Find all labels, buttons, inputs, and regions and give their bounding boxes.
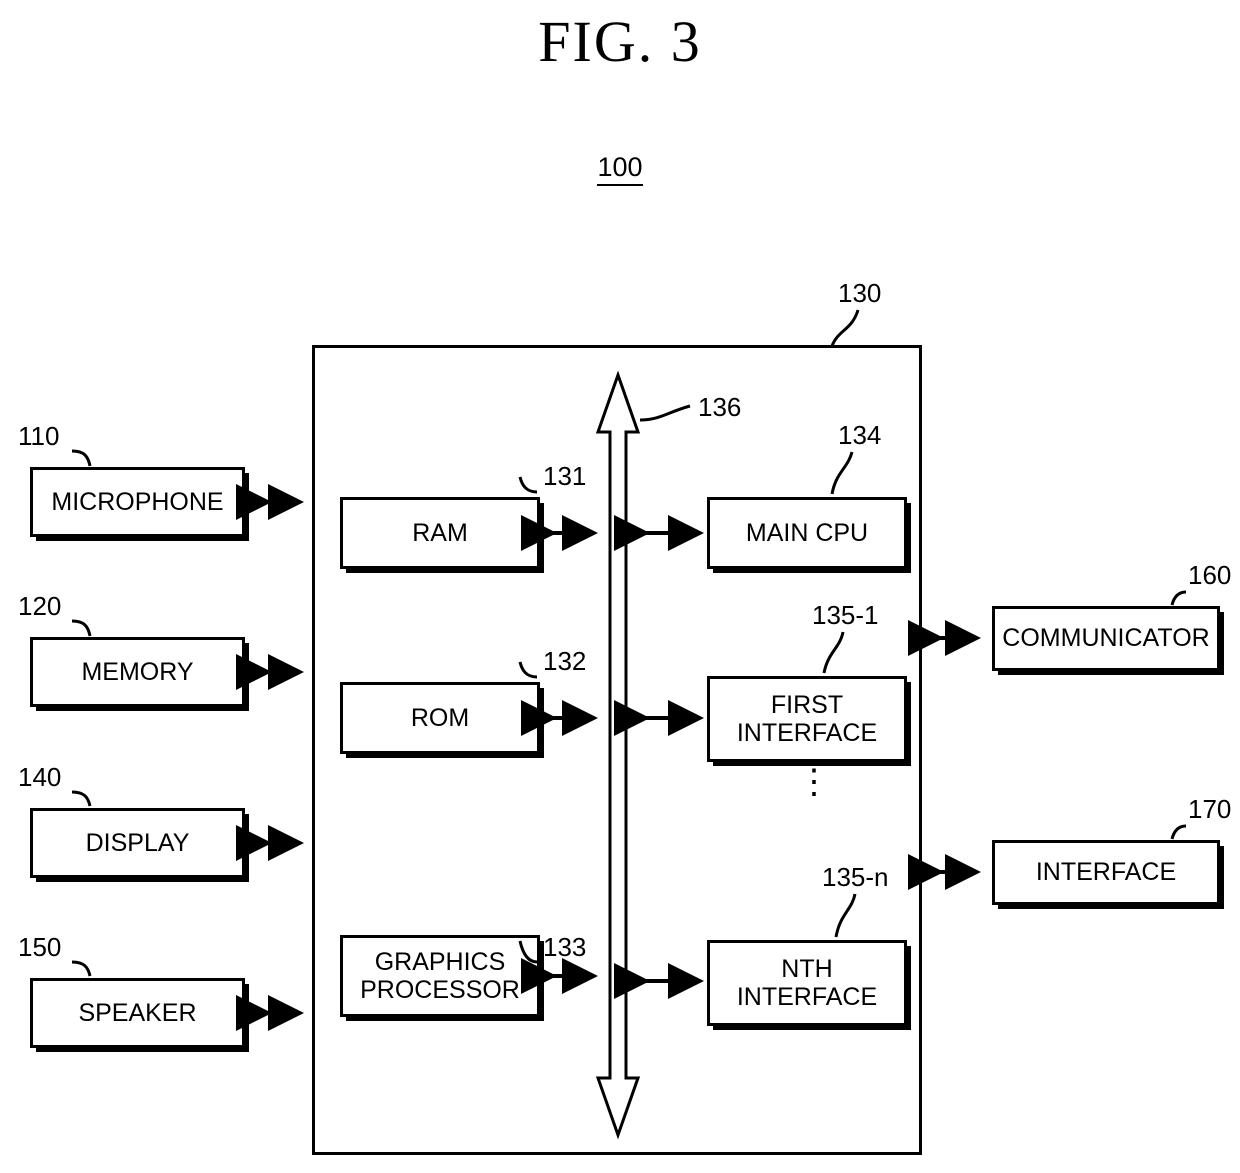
diagram-lines	[71, 309, 1187, 1140]
system-bus	[595, 370, 641, 1140]
